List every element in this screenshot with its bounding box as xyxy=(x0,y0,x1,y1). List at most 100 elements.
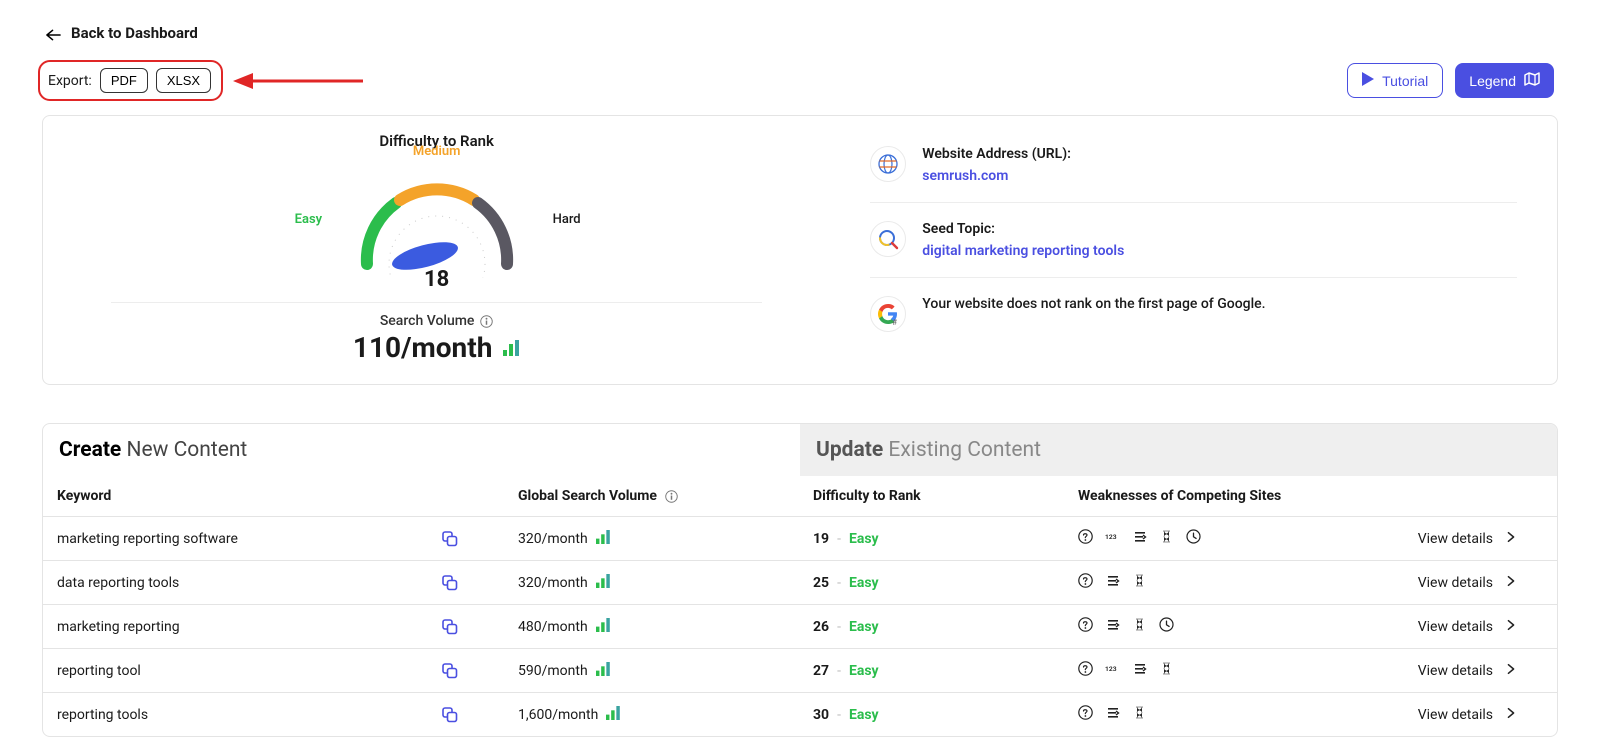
bars-icon xyxy=(606,706,620,724)
keyword-text: reporting tools xyxy=(57,707,148,723)
hourglass-icon xyxy=(1159,661,1174,680)
difficulty-score: 25 xyxy=(813,575,829,591)
question-icon xyxy=(1078,661,1093,680)
chevron-right-icon xyxy=(1505,575,1517,591)
view-details-link[interactable]: View details xyxy=(1418,531,1493,547)
hourglass-icon xyxy=(1132,705,1147,724)
difficulty-score: 19 xyxy=(813,531,829,547)
play-icon xyxy=(1362,72,1374,89)
col-global-search-volume: Global Search Volume xyxy=(518,488,657,504)
seed-topic-label: Seed Topic: xyxy=(922,221,1124,237)
gauge-hard-label: Hard xyxy=(553,212,581,227)
question-icon xyxy=(1078,617,1093,636)
tab-create[interactable]: Create New Content xyxy=(43,424,800,476)
legend-label: Legend xyxy=(1469,73,1516,89)
chevron-right-icon xyxy=(1505,707,1517,723)
bars-icon xyxy=(502,331,520,364)
list-icon xyxy=(1132,661,1147,680)
question-icon xyxy=(1078,705,1093,724)
export-label: Export: xyxy=(48,73,92,89)
view-details-link[interactable]: View details xyxy=(1418,619,1493,635)
map-icon xyxy=(1524,72,1540,89)
gauge-easy-label: Easy xyxy=(295,212,322,227)
difficulty-score: 27 xyxy=(813,663,829,679)
summary-panel: Difficulty to Rank Easy Medium Hard 18 S… xyxy=(42,115,1558,385)
info-icon[interactable] xyxy=(665,490,678,503)
keyword-text: data reporting tools xyxy=(57,575,179,591)
copy-icon[interactable] xyxy=(442,663,458,679)
dash-separator: - xyxy=(837,707,841,723)
dash-separator: - xyxy=(837,575,841,591)
num123-icon xyxy=(1105,529,1120,548)
gsv-text: 590/month xyxy=(518,663,588,679)
keyword-text: marketing reporting xyxy=(57,619,180,635)
tutorial-button[interactable]: Tutorial xyxy=(1347,63,1443,98)
difficulty-label: Easy xyxy=(849,619,879,635)
export-xlsx-button[interactable]: XLSX xyxy=(156,68,211,93)
seed-topic-link[interactable]: digital marketing reporting tools xyxy=(922,243,1124,259)
table-row: marketing reporting software320/month19 … xyxy=(43,517,1557,561)
dash-separator: - xyxy=(837,619,841,635)
gsv-text: 320/month xyxy=(518,575,588,591)
list-icon xyxy=(1105,617,1120,636)
view-details-link[interactable]: View details xyxy=(1418,575,1493,591)
copy-icon[interactable] xyxy=(442,707,458,723)
gsv-text: 320/month xyxy=(518,531,588,547)
bars-icon xyxy=(596,662,610,680)
legend-button[interactable]: Legend xyxy=(1455,63,1554,98)
difficulty-label: Easy xyxy=(849,575,879,591)
keyword-text: marketing reporting software xyxy=(57,531,238,547)
bars-icon xyxy=(596,618,610,636)
back-to-dashboard-link[interactable]: Back to Dashboard xyxy=(71,24,198,42)
arrow-annotation-icon xyxy=(233,70,363,92)
hourglass-icon xyxy=(1159,529,1174,548)
table-row: marketing reporting 480/month 26 - Easy Vie… xyxy=(43,605,1557,649)
info-icon[interactable] xyxy=(480,315,493,328)
content-table: Create New Content Update Existing Conte… xyxy=(42,423,1558,737)
dash-separator: - xyxy=(837,531,841,547)
difficulty-score: 26 xyxy=(813,619,829,635)
tutorial-label: Tutorial xyxy=(1382,73,1428,89)
view-details-link[interactable]: View details xyxy=(1418,707,1493,723)
tab-update[interactable]: Update Existing Content xyxy=(800,424,1557,476)
export-pdf-button[interactable]: PDF xyxy=(100,68,148,93)
table-row: data reporting tools 320/month 25 - Easy Vi… xyxy=(43,561,1557,605)
col-difficulty: Difficulty to Rank xyxy=(813,488,1078,504)
question-icon xyxy=(1078,529,1093,548)
search-volume-title: Search Volume xyxy=(380,313,475,329)
copy-icon[interactable] xyxy=(442,531,458,547)
url-label: Website Address (URL): xyxy=(922,146,1071,162)
chevron-right-icon xyxy=(1505,619,1517,635)
arrow-left-icon xyxy=(46,27,61,39)
gsv-text: 480/month xyxy=(518,619,588,635)
num123-icon xyxy=(1105,661,1120,680)
copy-icon[interactable] xyxy=(442,619,458,635)
table-row: reporting tools 1,600/month 30 - Easy View … xyxy=(43,693,1557,736)
list-icon xyxy=(1132,529,1147,548)
col-weaknesses: Weaknesses of Competing Sites xyxy=(1078,488,1358,504)
question-icon xyxy=(1078,573,1093,592)
rank-status-text: Your website does not rank on the first … xyxy=(922,296,1265,312)
col-keyword: Keyword xyxy=(43,488,518,504)
list-icon xyxy=(1105,573,1120,592)
url-link[interactable]: semrush.com xyxy=(922,168,1071,184)
globe-icon xyxy=(870,146,906,182)
gauge-medium-label: Medium xyxy=(413,144,461,159)
difficulty-label: Easy xyxy=(849,663,879,679)
dash-separator: - xyxy=(837,663,841,679)
view-details-link[interactable]: View details xyxy=(1418,663,1493,679)
chevron-right-icon xyxy=(1505,663,1517,679)
list-icon xyxy=(1105,705,1120,724)
gsv-text: 1,600/month xyxy=(518,707,598,723)
chevron-right-icon xyxy=(1505,531,1517,547)
difficulty-label: Easy xyxy=(849,531,879,547)
magnifier-icon xyxy=(870,221,906,257)
search-volume-value: 110/month xyxy=(353,331,493,364)
difficulty-score: 30 xyxy=(813,707,829,723)
copy-icon[interactable] xyxy=(442,575,458,591)
bars-icon xyxy=(596,574,610,592)
table-row: reporting tool 590/month 27 - Easy View det… xyxy=(43,649,1557,693)
difficulty-label: Easy xyxy=(849,707,879,723)
gauge-score: 18 xyxy=(424,267,449,292)
keyword-text: reporting tool xyxy=(57,663,141,679)
